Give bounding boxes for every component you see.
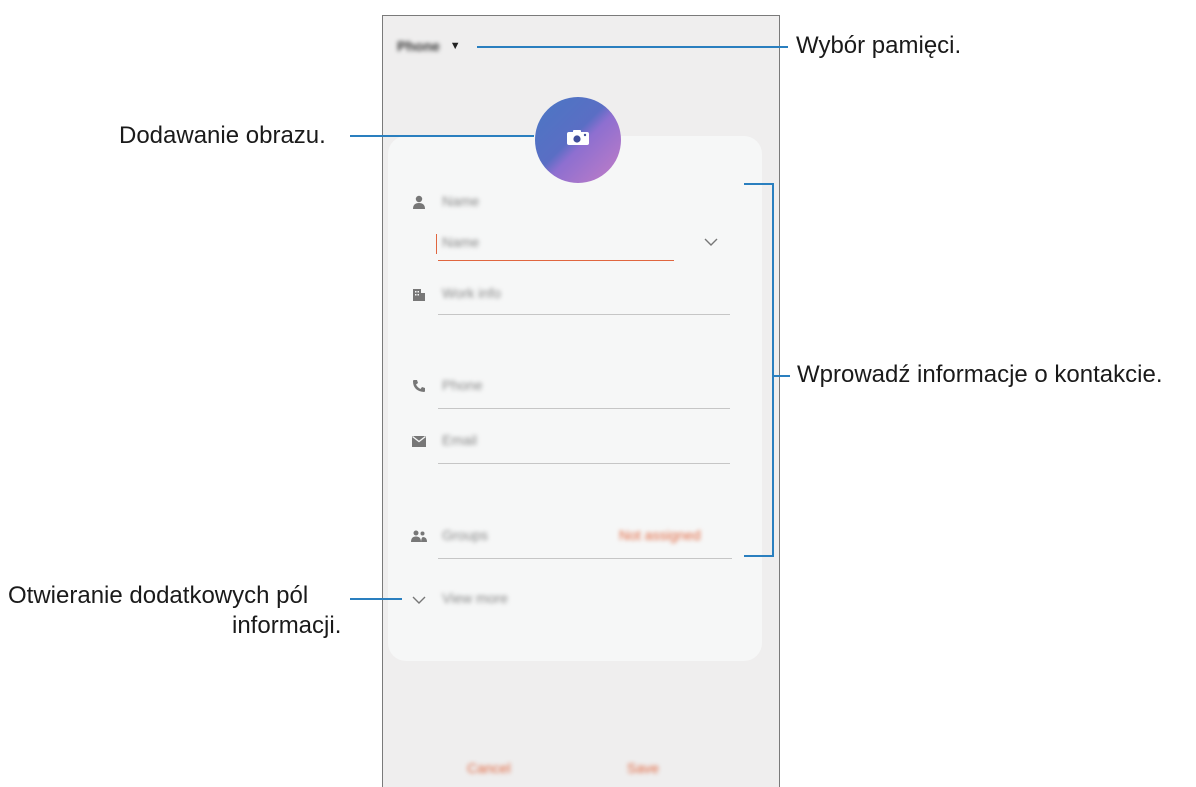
phone-icon	[411, 378, 427, 394]
annotation-image: Dodawanie obrazu.	[119, 122, 326, 149]
phone-underline	[438, 408, 730, 409]
name-input[interactable]: Name	[442, 234, 479, 250]
name-underline	[438, 260, 674, 261]
bracket-top	[744, 183, 774, 185]
view-more-label[interactable]: View more	[442, 590, 508, 606]
name-field-label: Name	[442, 193, 480, 209]
more-fields-callout-line	[350, 598, 402, 600]
annotation-contact-info: Wprowadź informacje o kontakcie.	[797, 361, 1163, 388]
add-photo-button[interactable]	[535, 97, 621, 183]
annotation-more-fields-line2: informacji.	[232, 612, 342, 639]
groups-value[interactable]: Not assigned	[619, 527, 701, 543]
phone-screen: Phone ▼ Name Name Work info Phone Email …	[382, 15, 780, 787]
camera-icon	[566, 129, 590, 151]
caret-down-icon[interactable]: ▼	[450, 40, 461, 52]
building-icon	[411, 286, 427, 302]
image-callout-line	[350, 135, 534, 137]
annotation-storage: Wybór pamięci.	[796, 32, 962, 59]
storage-label: Phone	[397, 38, 440, 54]
contact-info-bracket	[772, 183, 774, 556]
work-info-field[interactable]: Work info	[442, 285, 501, 301]
bracket-bottom	[744, 555, 774, 557]
groups-underline	[438, 558, 732, 559]
person-icon	[411, 194, 427, 210]
cancel-button[interactable]: Cancel	[467, 760, 511, 776]
group-icon	[411, 528, 427, 544]
storage-selector[interactable]: Phone ▼	[397, 38, 461, 54]
mail-icon	[411, 433, 427, 449]
chevron-down-icon[interactable]	[411, 592, 427, 608]
email-field[interactable]: Email	[442, 432, 477, 448]
chevron-down-icon[interactable]	[704, 234, 718, 252]
groups-field[interactable]: Groups	[442, 527, 488, 543]
work-info-underline	[438, 314, 730, 315]
email-underline	[438, 463, 730, 464]
phone-field[interactable]: Phone	[442, 377, 482, 393]
annotation-more-fields-line1: Otwieranie dodatkowych pól	[8, 582, 309, 609]
save-button[interactable]: Save	[627, 760, 659, 776]
contact-form-card: Name Name Work info Phone Email Groups N…	[388, 136, 762, 661]
contact-info-callout-line	[772, 375, 790, 377]
text-cursor	[436, 234, 437, 254]
storage-callout-line	[477, 46, 788, 48]
